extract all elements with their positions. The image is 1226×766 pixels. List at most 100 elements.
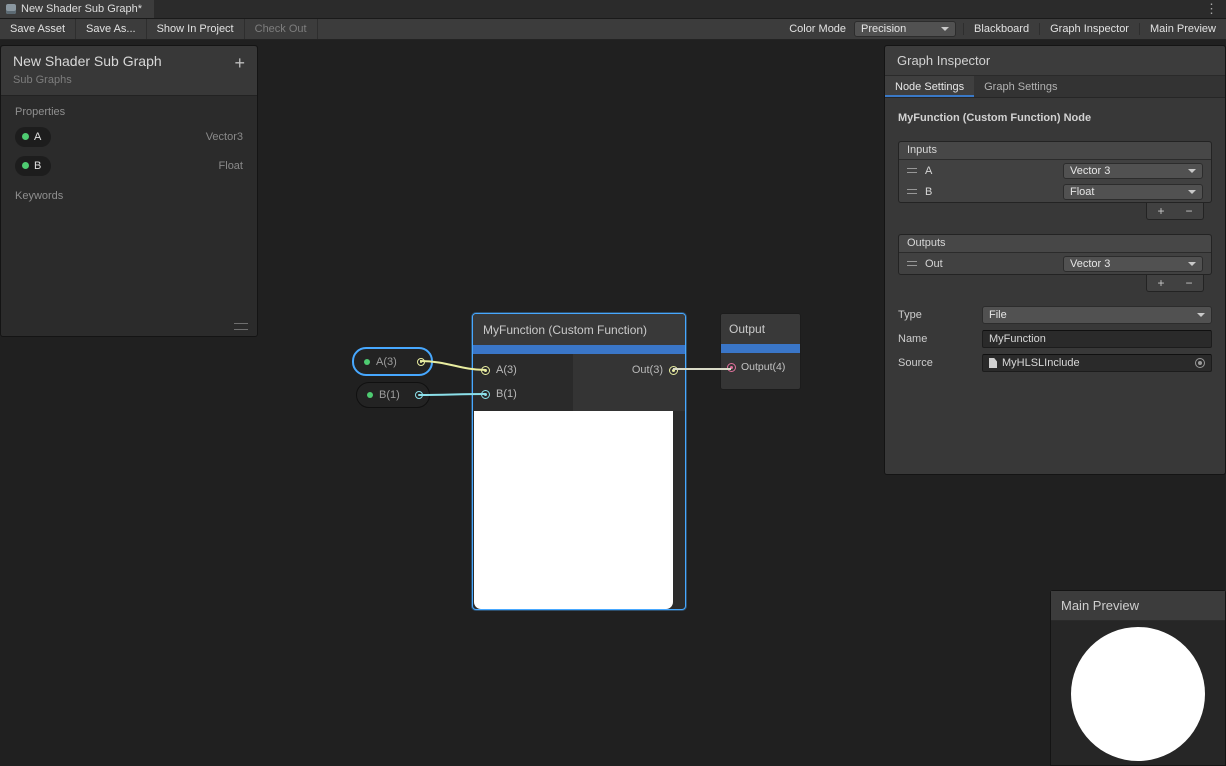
graph-inspector-panel: Graph Inspector Node Settings Graph Sett… <box>884 45 1226 475</box>
node-settings-heading: MyFunction (Custom Function) Node <box>898 112 1212 124</box>
output-node[interactable]: Output Output(4) <box>720 313 801 390</box>
output-port-icon[interactable] <box>415 391 423 399</box>
source-type-value: File <box>989 309 1007 321</box>
main-preview-header[interactable]: Main Preview <box>1051 591 1225 621</box>
inspector-tab-bar: Node Settings Graph Settings <box>885 76 1225 98</box>
color-mode-dropdown[interactable]: Precision <box>854 21 956 37</box>
output-port-row: Out(3) <box>573 358 685 382</box>
remove-input-button[interactable]: − <box>1175 203 1203 219</box>
function-name-value: MyFunction <box>989 333 1046 345</box>
properties-section-label: Properties <box>1 96 257 122</box>
resize-grip-icon[interactable] <box>234 323 248 330</box>
add-input-button[interactable]: + <box>1147 203 1175 219</box>
node-title-bar[interactable]: MyFunction (Custom Function) <box>473 314 685 345</box>
chevron-down-icon <box>1188 169 1196 173</box>
node-title-bar[interactable]: Output <box>721 314 800 344</box>
property-node-label: A(3) <box>376 356 397 368</box>
blackboard-toggle-button[interactable]: Blackboard <box>963 23 1039 35</box>
node-ports-area: A(3) B(1) Out(3) <box>473 354 685 411</box>
blackboard-panel: New Shader Sub Graph Sub Graphs + Proper… <box>0 45 258 337</box>
precision-color-strip <box>721 344 800 353</box>
blackboard-header[interactable]: New Shader Sub Graph Sub Graphs + <box>1 46 257 96</box>
document-tab[interactable]: New Shader Sub Graph* <box>0 0 154 18</box>
output-port-icon[interactable] <box>669 366 678 375</box>
custom-function-node[interactable]: MyFunction (Custom Function) A(3) B(1) O… <box>472 313 686 610</box>
inputs-list-footer: + − <box>898 203 1204 220</box>
node-preview <box>474 411 673 609</box>
input-type-value: Vector 3 <box>1070 165 1110 177</box>
color-mode-value: Precision <box>861 23 906 35</box>
input-type-dropdown[interactable]: Vector 3 <box>1063 163 1203 179</box>
file-icon <box>989 358 997 368</box>
save-asset-button[interactable]: Save Asset <box>0 19 76 39</box>
input-port-row: B(1) <box>473 382 573 406</box>
drag-handle-icon[interactable] <box>907 168 917 173</box>
shader-graph-asset-icon <box>6 4 16 14</box>
chevron-down-icon <box>941 27 949 31</box>
source-type-dropdown[interactable]: File <box>982 306 1212 324</box>
input-port-label: Output(4) <box>741 361 785 373</box>
tab-graph-settings[interactable]: Graph Settings <box>974 76 1067 97</box>
add-property-button[interactable]: + <box>234 53 245 73</box>
blackboard-subtitle: Sub Graphs <box>13 74 245 86</box>
tab-title: New Shader Sub Graph* <box>21 3 142 15</box>
inputs-list-title: Inputs <box>899 142 1211 160</box>
property-pill[interactable]: B <box>15 156 51 176</box>
list-item[interactable]: B Float <box>899 181 1211 202</box>
main-preview-toggle-button[interactable]: Main Preview <box>1139 23 1226 35</box>
list-item[interactable]: A Vector 3 <box>899 160 1211 181</box>
property-name: B <box>34 160 41 172</box>
output-port-label: Out(3) <box>632 364 663 376</box>
chevron-down-icon <box>1197 313 1205 317</box>
graph-inspector-toggle-button[interactable]: Graph Inspector <box>1039 23 1139 35</box>
function-name-input[interactable]: MyFunction <box>982 330 1212 348</box>
output-port-icon[interactable] <box>417 358 425 366</box>
input-port-icon[interactable] <box>727 363 736 372</box>
main-preview-title: Main Preview <box>1061 598 1139 613</box>
input-port-icon[interactable] <box>481 390 490 399</box>
output-type-dropdown[interactable]: Vector 3 <box>1063 256 1203 272</box>
input-name: B <box>925 186 932 198</box>
outputs-list-footer: + − <box>898 275 1204 292</box>
graph-inspector-header[interactable]: Graph Inspector <box>885 46 1225 76</box>
remove-output-button[interactable]: − <box>1175 275 1203 291</box>
tab-label: Node Settings <box>895 81 964 93</box>
inputs-list: Inputs A Vector 3 B Float <box>898 141 1212 203</box>
name-field-label: Name <box>898 333 982 345</box>
input-name: A <box>925 165 932 177</box>
output-ports-column: Out(3) <box>573 354 685 411</box>
list-item[interactable]: Out Vector 3 <box>899 253 1211 274</box>
precision-color-strip <box>473 345 685 354</box>
property-node-b[interactable]: B(1) <box>356 382 430 408</box>
preview-sphere[interactable] <box>1071 627 1205 761</box>
property-pill[interactable]: A <box>15 127 51 147</box>
blackboard-property-row[interactable]: A Vector3 <box>1 122 257 151</box>
input-type-dropdown[interactable]: Float <box>1063 184 1203 200</box>
input-port-label: B(1) <box>496 388 517 400</box>
save-as-button[interactable]: Save As... <box>76 19 147 39</box>
source-field-label: Source <box>898 357 982 369</box>
window-overflow-menu-icon[interactable]: ⋮ <box>1197 0 1226 18</box>
tab-label: Graph Settings <box>984 81 1057 93</box>
check-out-button: Check Out <box>245 19 318 39</box>
object-picker-icon[interactable] <box>1195 358 1205 368</box>
window-tab-strip: New Shader Sub Graph* ⋮ <box>0 0 1226 19</box>
node-title: Output <box>729 322 765 336</box>
output-name: Out <box>925 258 943 270</box>
drag-handle-icon[interactable] <box>907 261 917 266</box>
exposed-property-icon <box>22 133 29 140</box>
color-mode-label: Color Mode <box>781 23 854 35</box>
input-port-icon[interactable] <box>481 366 490 375</box>
source-object-field[interactable]: MyHLSLInclude <box>982 354 1212 372</box>
property-node-a[interactable]: A(3) <box>352 347 433 376</box>
property-type: Float <box>219 160 243 172</box>
add-output-button[interactable]: + <box>1147 275 1175 291</box>
drag-handle-icon[interactable] <box>907 189 917 194</box>
outputs-list-title: Outputs <box>899 235 1211 253</box>
outputs-list: Outputs Out Vector 3 <box>898 234 1212 275</box>
blackboard-property-row[interactable]: B Float <box>1 151 257 180</box>
tab-node-settings[interactable]: Node Settings <box>885 76 974 97</box>
exposed-property-icon <box>367 392 373 398</box>
keywords-section-label: Keywords <box>1 180 257 206</box>
show-in-project-button[interactable]: Show In Project <box>147 19 245 39</box>
